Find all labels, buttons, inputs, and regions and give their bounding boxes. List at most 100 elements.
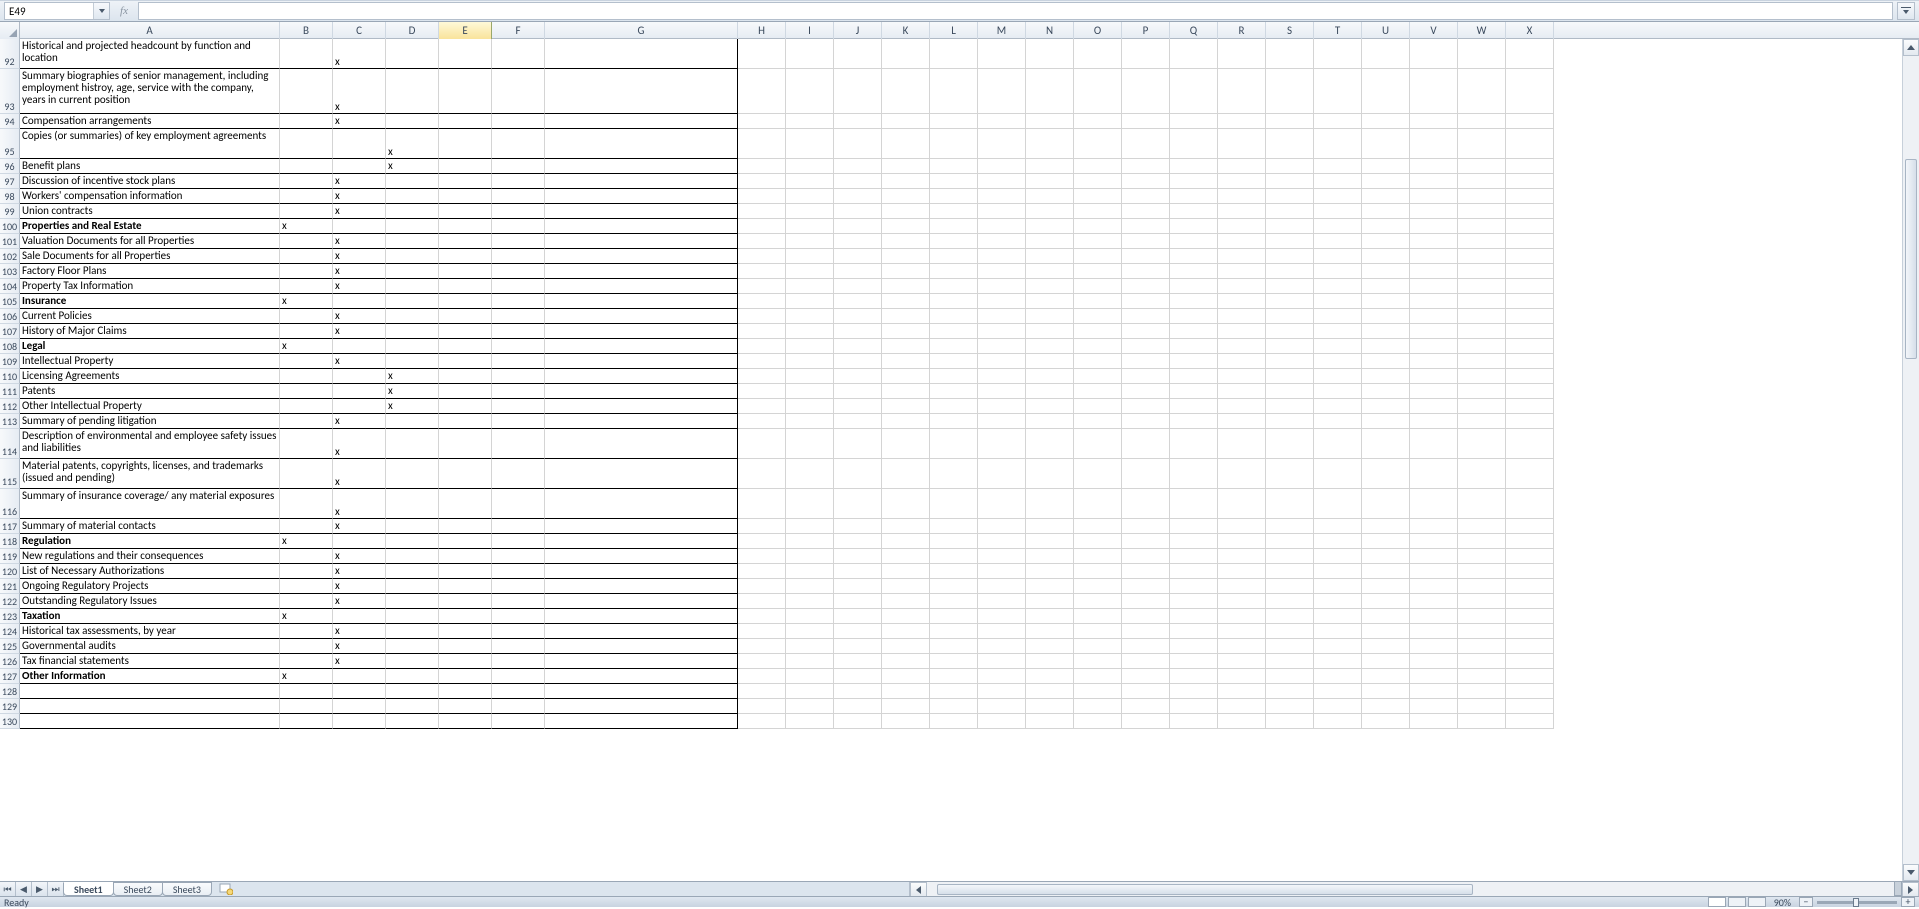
cell-T128[interactable] xyxy=(1314,684,1362,699)
cell-N96[interactable] xyxy=(1026,159,1074,174)
cell-K123[interactable] xyxy=(882,609,930,624)
cell-I116[interactable] xyxy=(786,489,834,519)
cell-I122[interactable] xyxy=(786,594,834,609)
cell-T111[interactable] xyxy=(1314,384,1362,399)
cell-G104[interactable] xyxy=(545,279,738,294)
cell-W110[interactable] xyxy=(1458,369,1506,384)
cell-W94[interactable] xyxy=(1458,114,1506,129)
cell-V106[interactable] xyxy=(1410,309,1458,324)
cell-M93[interactable] xyxy=(978,69,1026,114)
cell-X111[interactable] xyxy=(1506,384,1554,399)
cell-B109[interactable] xyxy=(280,354,333,369)
cell-S107[interactable] xyxy=(1266,324,1314,339)
cell-D99[interactable] xyxy=(386,204,439,219)
cell-V93[interactable] xyxy=(1410,69,1458,114)
cell-O97[interactable] xyxy=(1074,174,1122,189)
cell-M96[interactable] xyxy=(978,159,1026,174)
cell-L97[interactable] xyxy=(930,174,978,189)
col-header-M[interactable]: M xyxy=(978,22,1026,39)
cell-S122[interactable] xyxy=(1266,594,1314,609)
cell-V110[interactable] xyxy=(1410,369,1458,384)
cell-O111[interactable] xyxy=(1074,384,1122,399)
cell-X104[interactable] xyxy=(1506,279,1554,294)
scroll-down-icon[interactable] xyxy=(1903,864,1919,881)
cell-S130[interactable] xyxy=(1266,714,1314,729)
cell-X116[interactable] xyxy=(1506,489,1554,519)
cell-D93[interactable] xyxy=(386,69,439,114)
cell-Q128[interactable] xyxy=(1170,684,1218,699)
cell-I94[interactable] xyxy=(786,114,834,129)
cell-V125[interactable] xyxy=(1410,639,1458,654)
cell-G119[interactable] xyxy=(545,549,738,564)
cell-N105[interactable] xyxy=(1026,294,1074,309)
cell-N130[interactable] xyxy=(1026,714,1074,729)
cell-H103[interactable] xyxy=(738,264,786,279)
cell-F115[interactable] xyxy=(492,459,545,489)
cell-F121[interactable] xyxy=(492,579,545,594)
cell-A103[interactable]: Factory Floor Plans xyxy=(20,264,280,279)
row-header-97[interactable]: 97 xyxy=(0,174,20,189)
cell-G94[interactable] xyxy=(545,114,738,129)
cell-U92[interactable] xyxy=(1362,39,1410,69)
cell-V117[interactable] xyxy=(1410,519,1458,534)
cell-F123[interactable] xyxy=(492,609,545,624)
cell-D108[interactable] xyxy=(386,339,439,354)
cell-J120[interactable] xyxy=(834,564,882,579)
cell-W92[interactable] xyxy=(1458,39,1506,69)
cell-T125[interactable] xyxy=(1314,639,1362,654)
cell-J100[interactable] xyxy=(834,219,882,234)
cell-S106[interactable] xyxy=(1266,309,1314,324)
cell-Q107[interactable] xyxy=(1170,324,1218,339)
cell-P110[interactable] xyxy=(1122,369,1170,384)
cell-E120[interactable] xyxy=(439,564,492,579)
cell-A126[interactable]: Tax financial statements xyxy=(20,654,280,669)
cell-E101[interactable] xyxy=(439,234,492,249)
cell-U103[interactable] xyxy=(1362,264,1410,279)
cell-G95[interactable] xyxy=(545,129,738,159)
cell-C126[interactable]: x xyxy=(333,654,386,669)
cell-O107[interactable] xyxy=(1074,324,1122,339)
vertical-scroll-thumb[interactable] xyxy=(1905,159,1917,359)
cell-B97[interactable] xyxy=(280,174,333,189)
cell-I110[interactable] xyxy=(786,369,834,384)
cell-Q103[interactable] xyxy=(1170,264,1218,279)
cell-D123[interactable] xyxy=(386,609,439,624)
cell-K116[interactable] xyxy=(882,489,930,519)
cell-N106[interactable] xyxy=(1026,309,1074,324)
cell-N101[interactable] xyxy=(1026,234,1074,249)
cell-R127[interactable] xyxy=(1218,669,1266,684)
row-header-101[interactable]: 101 xyxy=(0,234,20,249)
cell-S126[interactable] xyxy=(1266,654,1314,669)
cell-V98[interactable] xyxy=(1410,189,1458,204)
cell-J94[interactable] xyxy=(834,114,882,129)
cell-B103[interactable] xyxy=(280,264,333,279)
zoom-thumb[interactable] xyxy=(1853,898,1859,907)
cell-T105[interactable] xyxy=(1314,294,1362,309)
cell-E108[interactable] xyxy=(439,339,492,354)
cell-R105[interactable] xyxy=(1218,294,1266,309)
cell-O105[interactable] xyxy=(1074,294,1122,309)
cell-S110[interactable] xyxy=(1266,369,1314,384)
col-header-Q[interactable]: Q xyxy=(1170,22,1218,39)
cell-O127[interactable] xyxy=(1074,669,1122,684)
cell-L121[interactable] xyxy=(930,579,978,594)
cell-D120[interactable] xyxy=(386,564,439,579)
cell-L119[interactable] xyxy=(930,549,978,564)
cell-U104[interactable] xyxy=(1362,279,1410,294)
cell-P106[interactable] xyxy=(1122,309,1170,324)
cell-C124[interactable]: x xyxy=(333,624,386,639)
cell-J123[interactable] xyxy=(834,609,882,624)
cell-B127[interactable]: x xyxy=(280,669,333,684)
cell-R103[interactable] xyxy=(1218,264,1266,279)
cell-M121[interactable] xyxy=(978,579,1026,594)
cell-R108[interactable] xyxy=(1218,339,1266,354)
cell-O99[interactable] xyxy=(1074,204,1122,219)
cell-T124[interactable] xyxy=(1314,624,1362,639)
cell-W109[interactable] xyxy=(1458,354,1506,369)
cell-W128[interactable] xyxy=(1458,684,1506,699)
cell-Q102[interactable] xyxy=(1170,249,1218,264)
cell-H107[interactable] xyxy=(738,324,786,339)
cell-H97[interactable] xyxy=(738,174,786,189)
cell-E92[interactable] xyxy=(439,39,492,69)
cell-H127[interactable] xyxy=(738,669,786,684)
